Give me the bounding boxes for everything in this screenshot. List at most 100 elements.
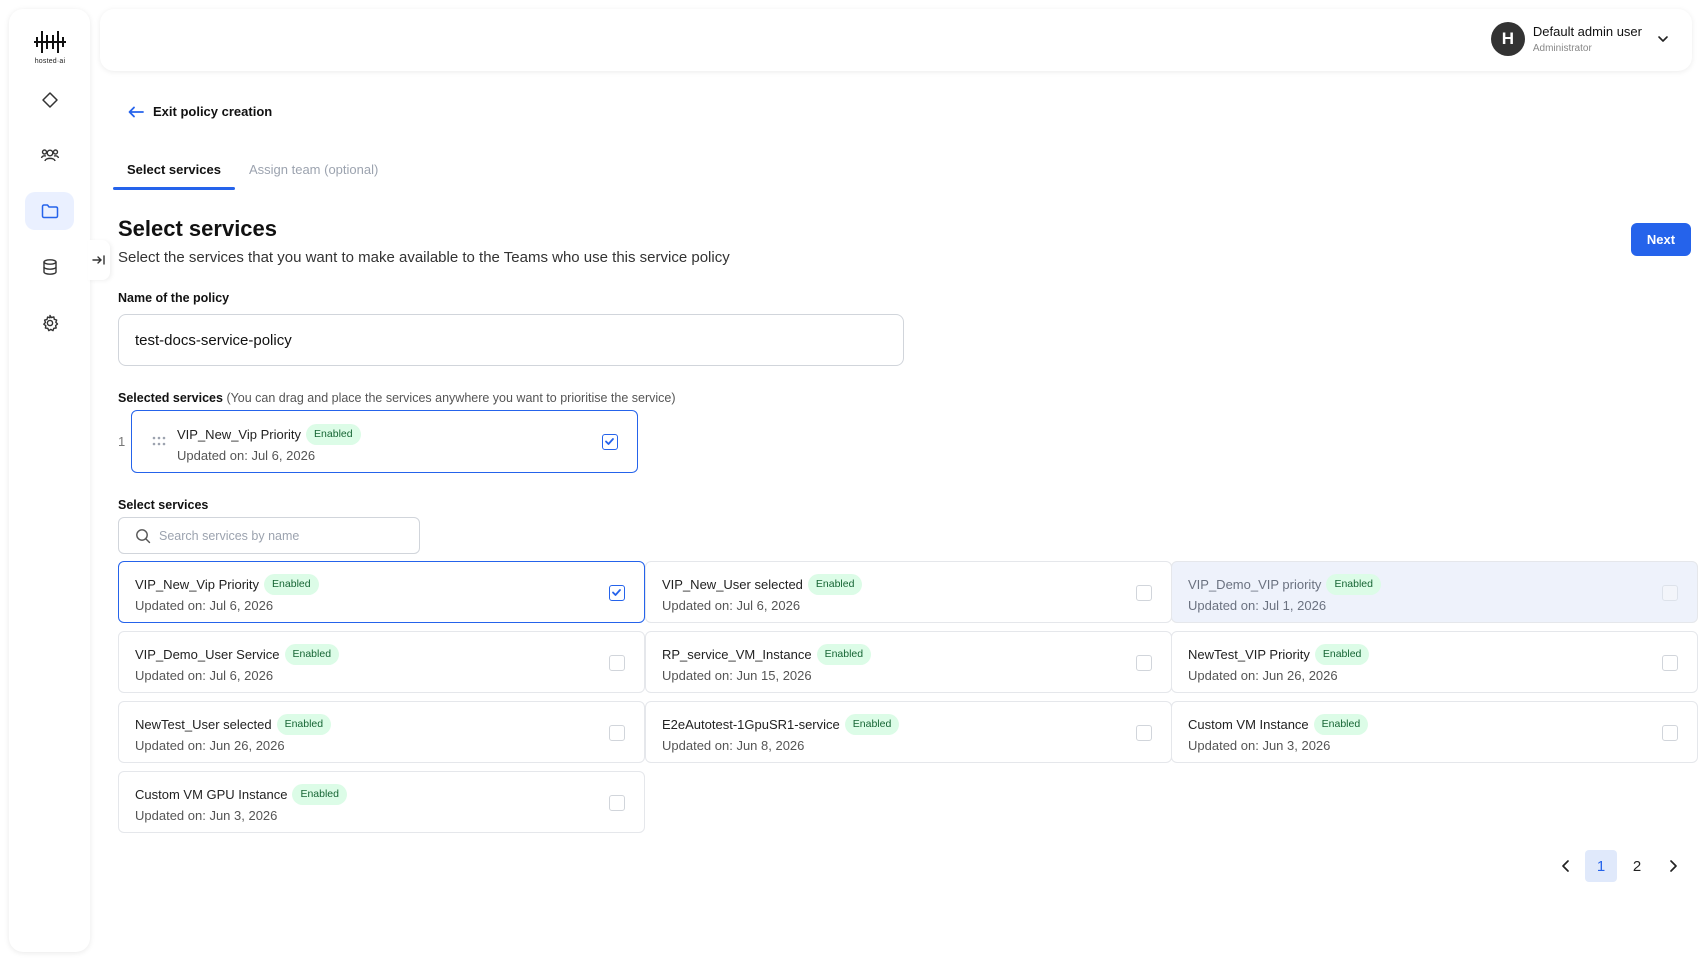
service-card[interactable]: Custom VM GPU Instance Enabled Updated on:…: [118, 771, 645, 833]
service-card-body: NewTest_VIP Priority Enabled Updated on: J…: [1188, 643, 1370, 683]
service-card[interactable]: NewTest_User selected Enabled Updated on: …: [118, 701, 645, 763]
service-name: NewTest_VIP Priority: [1188, 646, 1310, 662]
service-checkbox[interactable]: [1136, 655, 1152, 671]
page-1-button[interactable]: 1: [1585, 850, 1617, 882]
page-2-button[interactable]: 2: [1621, 850, 1653, 882]
sidebar-item-storage[interactable]: [25, 248, 74, 286]
service-name: RP_service_VM_Instance: [662, 646, 812, 662]
drag-handle-icon[interactable]: [152, 435, 166, 447]
service-card[interactable]: VIP_Demo_User Service Enabled Updated on: …: [118, 631, 645, 693]
service-checkbox[interactable]: [1662, 725, 1678, 741]
service-name: Custom VM GPU Instance: [135, 786, 288, 802]
service-card[interactable]: VIP_Demo_VIP priority Enabled Updated on: …: [1171, 561, 1698, 623]
service-checkbox[interactable]: [1136, 585, 1152, 601]
service-card[interactable]: VIP_New_Vip Priority Enabled Updated on: J…: [118, 561, 645, 623]
policy-tabs: Select services Assign team (optional): [113, 160, 392, 190]
sidebar-collapse-toggle[interactable]: [88, 240, 110, 280]
exit-link-label: Exit policy creation: [153, 104, 273, 119]
chevron-right-icon[interactable]: [1664, 857, 1682, 875]
exit-policy-creation-link[interactable]: Exit policy creation: [128, 104, 272, 119]
folder-icon: [41, 204, 58, 219]
service-checkbox[interactable]: [609, 585, 625, 601]
service-card[interactable]: RP_service_VM_Instance Enabled Updated on:…: [645, 631, 1172, 693]
sidebar-item-diamond[interactable]: [25, 81, 74, 119]
service-name: VIP_Demo_VIP priority: [1188, 576, 1322, 592]
selected-service-name-row: VIP_New_Vip Priority Enabled: [177, 423, 361, 445]
status-badge: Enabled: [276, 713, 332, 735]
service-name-row: VIP_New_Vip Priority Enabled: [135, 573, 319, 595]
chevron-down-icon[interactable]: [1656, 32, 1670, 46]
service-updated: Updated on: Jun 26, 2026: [1188, 668, 1338, 683]
service-name-row: E2eAutotest-1GpuSR1-service Enabled: [662, 713, 900, 735]
service-name-row: VIP_Demo_User Service Enabled: [135, 643, 340, 665]
service-name-row: VIP_Demo_VIP priority Enabled: [1188, 573, 1381, 595]
service-card-body: E2eAutotest-1GpuSR1-service Enabled Update…: [662, 713, 900, 753]
service-card[interactable]: E2eAutotest-1GpuSR1-service Enabled Update…: [645, 701, 1172, 763]
service-name-row: Custom VM Instance Enabled: [1188, 713, 1369, 735]
service-updated: Updated on: Jun 15, 2026: [662, 668, 812, 683]
app-logo[interactable]: hosted·ai: [27, 27, 73, 73]
next-button[interactable]: Next: [1631, 223, 1691, 256]
service-card[interactable]: Custom VM Instance Enabled Updated on: Jun…: [1171, 701, 1698, 763]
service-checkbox[interactable]: [1662, 655, 1678, 671]
service-updated: Updated on: Jul 1, 2026: [1188, 598, 1327, 613]
service-card-body: RP_service_VM_Instance Enabled Updated on:…: [662, 643, 872, 683]
sidebar-item-teams[interactable]: [25, 136, 74, 174]
service-checkbox[interactable]: [1662, 585, 1678, 601]
service-card-body: Custom VM Instance Enabled Updated on: Jun…: [1188, 713, 1369, 753]
service-card-body: VIP_Demo_User Service Enabled Updated on: …: [135, 643, 340, 683]
service-updated: Updated on: Jul 6, 2026: [135, 598, 274, 613]
search-input[interactable]: [159, 528, 409, 543]
status-badge: Enabled: [306, 423, 361, 445]
service-updated: Updated on: Jun 26, 2026: [135, 738, 285, 753]
select-services-label: Select services: [118, 498, 209, 512]
status-badge: Enabled: [1314, 643, 1370, 665]
gear-icon: [42, 314, 58, 332]
service-card[interactable]: NewTest_VIP Priority Enabled Updated on: J…: [1171, 631, 1698, 693]
tab-assign-team[interactable]: Assign team (optional): [235, 160, 392, 190]
policy-name-label: Name of the policy: [118, 291, 230, 305]
hosted-ai-logo-icon: [34, 31, 66, 53]
status-badge: Enabled: [292, 783, 347, 805]
service-checkbox[interactable]: [609, 795, 625, 811]
avatar: H: [1490, 22, 1525, 56]
check-icon: [605, 438, 614, 445]
selected-service-body: VIP_New_Vip Priority Enabled Updated on:…: [177, 423, 361, 463]
user-menu[interactable]: H Default admin user Administrator: [1490, 22, 1670, 56]
service-name: E2eAutotest-1GpuSR1-service: [662, 716, 840, 732]
service-name-row: NewTest_VIP Priority Enabled: [1188, 643, 1370, 665]
selected-services-label: Selected services (You can drag and plac…: [118, 391, 676, 405]
service-card-body: VIP_New_User selected Enabled Updated on: …: [662, 573, 863, 613]
service-name-row: VIP_New_User selected Enabled: [662, 573, 863, 595]
search-icon: [136, 528, 151, 543]
sidebar-item-settings[interactable]: [25, 304, 74, 342]
service-checkbox[interactable]: [1136, 725, 1152, 741]
sidebar: hosted·ai: [9, 9, 90, 952]
service-name-row: RP_service_VM_Instance Enabled: [662, 643, 872, 665]
selected-service-checkbox[interactable]: [602, 434, 618, 450]
users-icon: [40, 149, 59, 162]
page-subtitle: Select the services that you want to mak…: [118, 249, 730, 266]
service-updated: Updated on: Jul 6, 2026: [135, 668, 274, 683]
tab-select-services[interactable]: Select services: [113, 160, 235, 190]
search-box[interactable]: [118, 517, 420, 554]
service-updated: Updated on: Jun 3, 2026: [135, 808, 278, 823]
service-card[interactable]: VIP_New_User selected Enabled Updated on: …: [645, 561, 1172, 623]
service-name-row: NewTest_User selected Enabled: [135, 713, 332, 735]
selected-service-name: VIP_New_Vip Priority: [177, 426, 302, 442]
service-name: NewTest_User selected: [135, 716, 272, 732]
sidebar-item-services[interactable]: [25, 192, 74, 230]
service-checkbox[interactable]: [609, 655, 625, 671]
service-card-body: NewTest_User selected Enabled Updated on: …: [135, 713, 332, 753]
service-card-body: VIP_New_Vip Priority Enabled Updated on: J…: [135, 573, 319, 613]
service-checkbox[interactable]: [609, 725, 625, 741]
status-badge: Enabled: [807, 573, 863, 595]
arrow-left-icon: [128, 106, 144, 117]
selected-service-card[interactable]: VIP_New_Vip Priority Enabled Updated on:…: [131, 410, 638, 473]
status-badge: Enabled: [1313, 713, 1369, 735]
chevron-left-icon[interactable]: [1557, 857, 1575, 875]
service-updated: Updated on: Jun 3, 2026: [1188, 738, 1331, 753]
top-header: H Default admin user Administrator: [100, 9, 1692, 71]
policy-name-input[interactable]: [118, 314, 904, 366]
service-card-body: VIP_Demo_VIP priority Enabled Updated on: …: [1188, 573, 1381, 613]
